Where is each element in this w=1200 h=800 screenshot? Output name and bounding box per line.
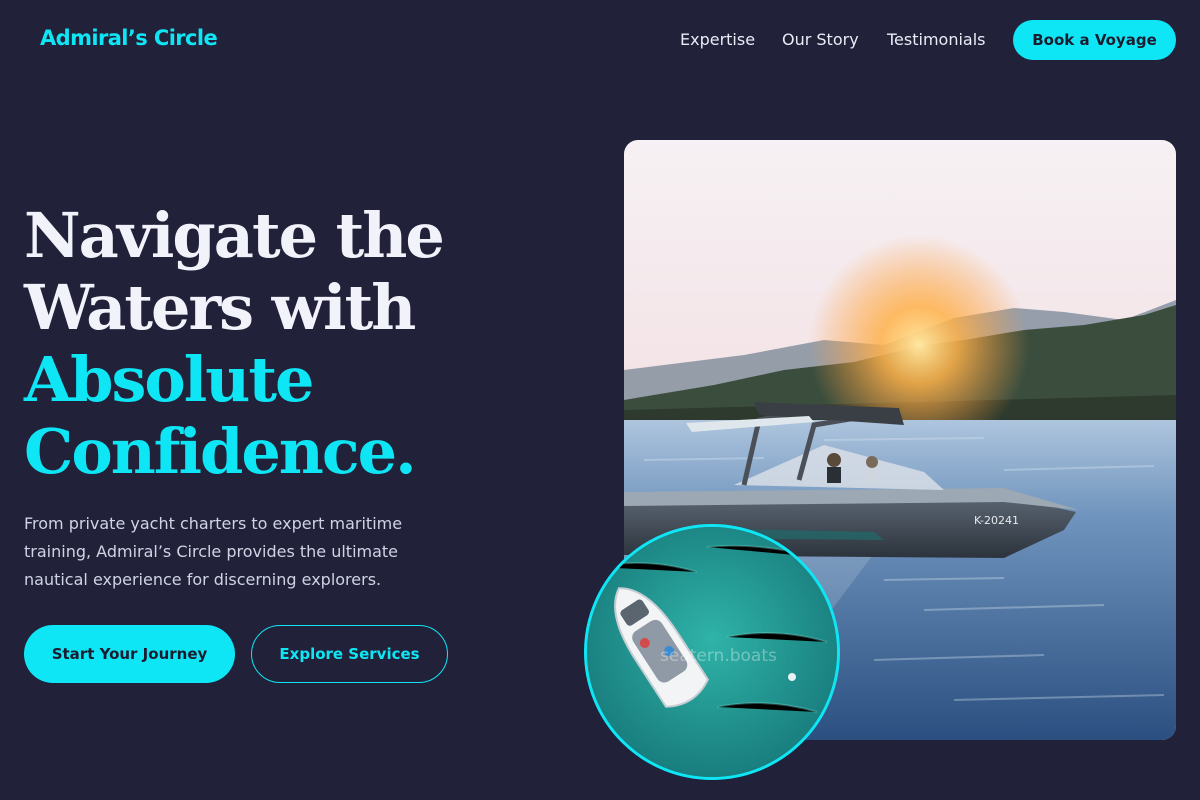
hero-subtext: From private yacht charters to expert ma… xyxy=(24,514,403,589)
photo-watermark: seatern.boats xyxy=(660,646,777,666)
hull-registration: K-20241 xyxy=(974,514,1019,527)
headline-line-2: Waters with xyxy=(24,271,416,344)
nav-link-expertise[interactable]: Expertise xyxy=(680,30,755,49)
site-header: Admiral’s Circle Expertise Our Story Tes… xyxy=(0,0,1200,80)
headline-line-1: Navigate the xyxy=(24,199,445,272)
book-voyage-button[interactable]: Book a Voyage xyxy=(1013,20,1176,60)
brand-logo[interactable]: Admiral’s Circle xyxy=(40,26,218,50)
explore-services-button[interactable]: Explore Services xyxy=(251,625,448,683)
nav-link-our-story[interactable]: Our Story xyxy=(782,30,859,49)
start-journey-button[interactable]: Start Your Journey xyxy=(24,625,235,683)
headline-line-3: Absolute xyxy=(24,343,314,416)
headline-line-4: Confidence. xyxy=(24,415,417,488)
hero-headline: Navigate the Waters with Absolute Confid… xyxy=(24,200,584,488)
nav-link-testimonials[interactable]: Testimonials xyxy=(887,30,986,49)
